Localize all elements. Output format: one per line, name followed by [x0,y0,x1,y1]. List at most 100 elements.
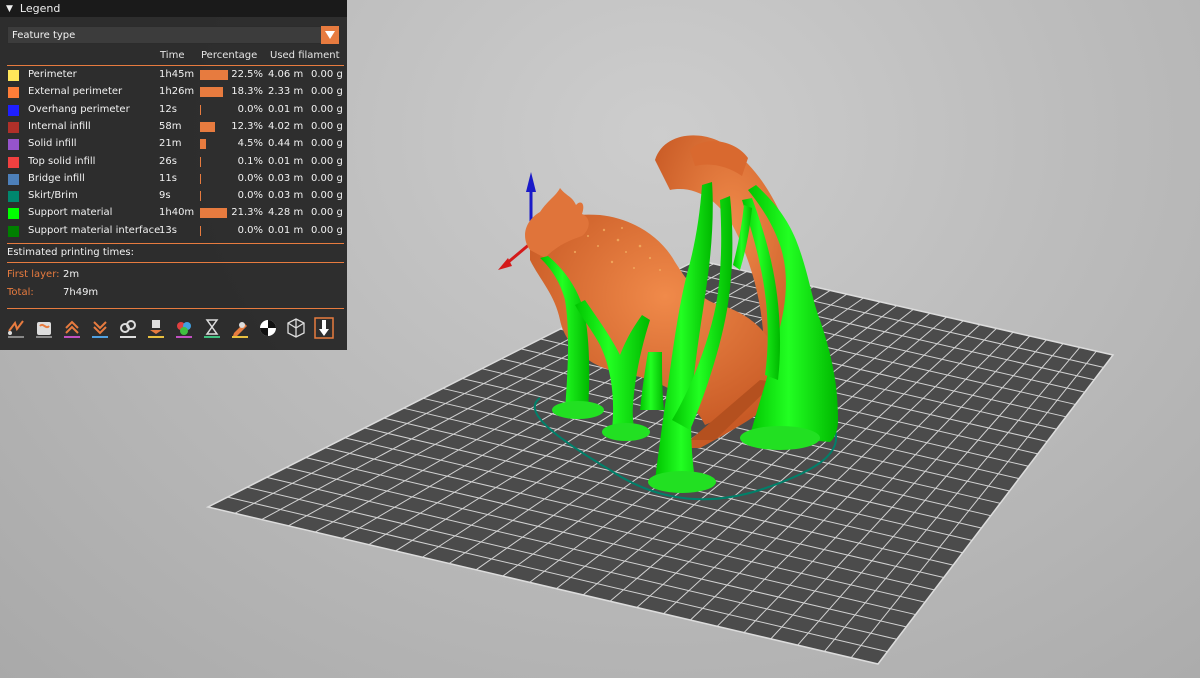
total-value: 7h49m [63,287,99,298]
column-time: Time [160,50,185,61]
feature-row[interactable]: Top solid infill 26s 0.1% 0.01 m 0.00 g [0,154,347,171]
view-type-select[interactable]: Feature type [7,25,339,44]
feature-weight: 0.00 g [311,155,343,167]
feature-length: 0.01 m [268,224,304,236]
feature-time: 26s [159,155,177,167]
feature-length: 2.33 m [268,86,304,98]
feature-name: Top solid infill [28,155,96,167]
feature-weight: 0.00 g [311,103,343,115]
feature-time: 1h26m [159,86,195,98]
legend-title: Legend [19,2,61,15]
feature-weight: 0.00 g [311,190,343,202]
feature-color-swatch [8,139,19,151]
feature-percent-bar [200,208,227,219]
divider [7,243,344,244]
tool-marker-icon[interactable] [314,317,334,339]
feature-percent: 0.1% [237,155,263,167]
seams-icon[interactable] [118,317,138,339]
feature-name: Solid infill [28,138,77,150]
feature-color-swatch [8,156,19,168]
first-layer-value: 2m [63,269,80,280]
feature-row[interactable]: Support material interface 13s 0.0% 0.01 m 0… [0,223,347,240]
dropdown-arrow-icon[interactable] [321,25,339,44]
feature-name: Overhang perimeter [28,103,130,115]
feature-color-swatch [8,225,19,237]
legend-toolbar [6,317,342,341]
feature-name: Skirt/Brim [28,190,78,202]
retractions-icon[interactable] [62,317,82,339]
feature-time: 12s [159,103,177,115]
feature-percent-bar [200,191,201,202]
feature-name: External perimeter [28,86,123,98]
feature-row[interactable]: External perimeter 1h26m 18.3% 2.33 m 0.00 g [0,84,347,101]
feature-weight: 0.00 g [311,69,343,80]
legend-column-headers: Time Percentage Used filament [0,50,347,62]
feature-time: 1h45m [159,69,195,80]
divider [7,262,344,263]
feature-name: Perimeter [28,69,77,80]
legend-header[interactable]: ▼ Legend [0,0,347,17]
feature-length: 0.01 m [268,155,304,167]
feature-percent: 4.5% [237,138,263,150]
feature-time: 1h40m [159,207,195,219]
divider [7,308,344,309]
shells-icon[interactable] [286,317,306,339]
feature-color-swatch [8,104,19,116]
feature-percent-bar [200,225,201,236]
feature-percent-bar [200,70,228,80]
feature-percent: 0.0% [237,190,263,202]
feature-percent: 0.0% [237,172,263,184]
header-divider [7,65,344,66]
feature-color-swatch [8,208,19,220]
feature-color-swatch [8,191,19,203]
feature-row[interactable]: Perimeter 1h45m 22.5% 4.06 m 0.00 g [0,67,347,84]
feature-percent-bar [200,121,216,132]
feature-time: 58m [159,120,182,132]
feature-name: Bridge infill [28,172,85,184]
deretractions-icon[interactable] [90,317,110,339]
feature-length: 4.02 m [268,120,304,132]
feature-length: 4.06 m [268,69,304,80]
feature-percent: 18.3% [231,86,263,98]
pause-prints-icon[interactable] [202,317,222,339]
feature-name: Support material [28,207,113,219]
column-used-filament: Used filament [270,50,340,61]
collapse-triangle-icon[interactable]: ▼ [6,4,13,14]
feature-time: 21m [159,138,182,150]
total-label: Total: [7,287,34,298]
wipe-icon[interactable] [34,317,54,339]
feature-percent-bar [200,173,201,184]
feature-weight: 0.00 g [311,86,343,98]
feature-length: 0.44 m [268,138,304,150]
tool-changes-icon[interactable] [146,317,166,339]
feature-length: 0.03 m [268,190,304,202]
legend-panel: ▼ Legend Feature type Time Percentage Us… [0,0,347,350]
color-changes-icon[interactable] [174,317,194,339]
feature-weight: 0.00 g [311,207,343,219]
feature-weight: 0.00 g [311,120,343,132]
feature-time: 11s [159,172,177,184]
feature-row[interactable]: Support material 1h40m 21.3% 4.28 m 0.00 g [0,205,347,222]
center-of-gravity-icon[interactable] [258,317,278,339]
feature-time: 9s [159,190,171,202]
feature-row[interactable]: Skirt/Brim 9s 0.0% 0.03 m 0.00 g [0,188,347,205]
feature-percent-bar [200,104,201,115]
first-layer-label: First layer: [7,269,60,280]
feature-row[interactable]: Bridge infill 11s 0.0% 0.03 m 0.00 g [0,171,347,188]
custom-gcodes-icon[interactable] [230,317,250,339]
feature-color-swatch [8,87,19,99]
feature-percent: 0.0% [237,224,263,236]
column-percentage: Percentage [201,50,258,61]
estimated-times-title: Estimated printing times: [7,247,135,258]
feature-length: 4.28 m [268,207,304,219]
feature-time: 13s [159,224,177,236]
feature-color-swatch [8,70,19,81]
feature-percent-bar [200,87,223,98]
travel-icon[interactable] [6,317,26,339]
feature-weight: 0.00 g [311,138,343,150]
feature-color-swatch [8,173,19,185]
feature-row[interactable]: Overhang perimeter 12s 0.0% 0.01 m 0.00 g [0,102,347,119]
feature-row[interactable]: Solid infill 21m 4.5% 0.44 m 0.00 g [0,136,347,153]
feature-weight: 0.00 g [311,172,343,184]
feature-row[interactable]: Internal infill 58m 12.3% 4.02 m 0.00 g [0,119,347,136]
